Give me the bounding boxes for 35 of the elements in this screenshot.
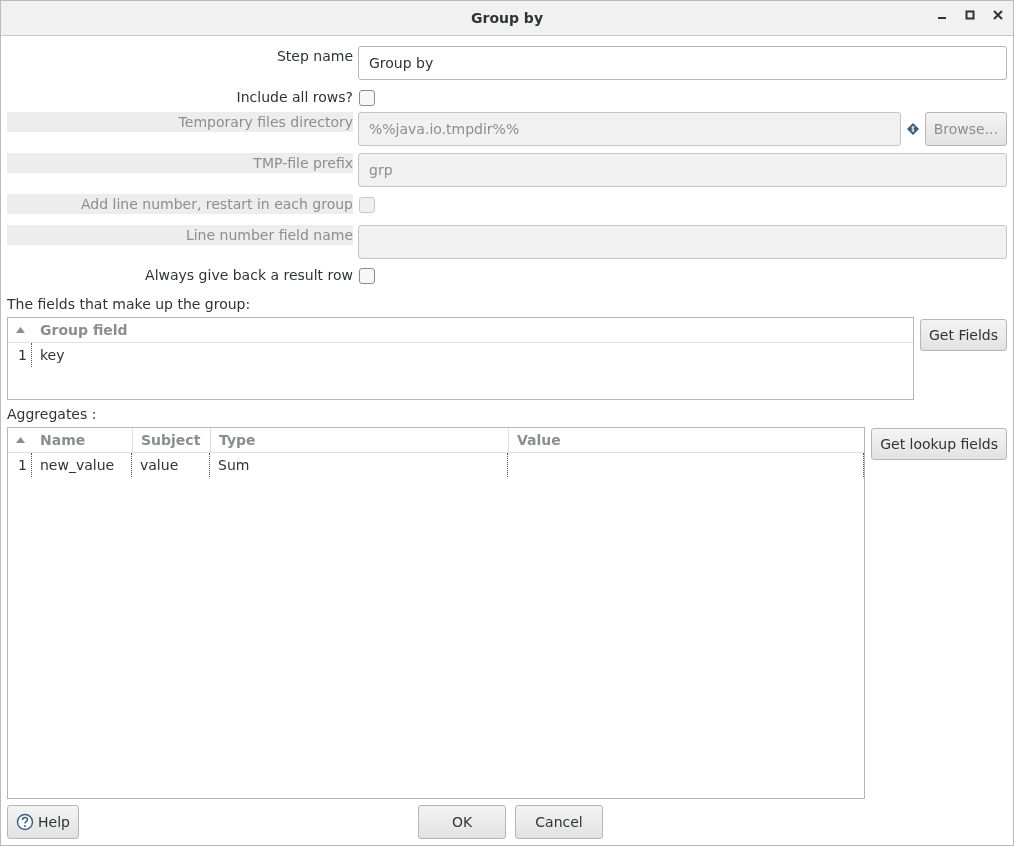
column-header[interactable]: Subject (132, 428, 210, 452)
column-header[interactable]: Group field (32, 318, 913, 342)
field-label: Line number field name (185, 227, 353, 243)
sort-arrow-icon (15, 327, 25, 333)
column-header[interactable]: Value (508, 428, 865, 452)
column-header[interactable]: Type (210, 428, 508, 452)
help-button[interactable]: Help (7, 805, 79, 839)
row-number: 1 (8, 453, 32, 477)
section-label: The fields that make up the group: (7, 296, 252, 312)
table-cell-text: key (39, 346, 66, 365)
field-label: Add line number, restart in each group (81, 196, 353, 212)
variable-icon (906, 123, 919, 135)
row-number: 1 (8, 343, 32, 367)
sort-arrow-icon (15, 437, 25, 443)
get-fields-button[interactable]: Get Fields (920, 319, 1007, 351)
cancel-button[interactable]: Cancel (515, 805, 603, 839)
table-cell: new_value (32, 453, 132, 477)
checkbox[interactable] (359, 90, 375, 106)
maximize-icon[interactable] (965, 10, 975, 20)
section-label: Aggregates : (7, 406, 98, 422)
field-label: Include all rows? (236, 89, 353, 105)
table-cell: Sum (210, 453, 508, 477)
input-field[interactable]: Group by (358, 46, 1007, 80)
window-title: Group by (471, 10, 543, 26)
field-label: TMP-file prefix (253, 155, 353, 171)
get-lookup-fields-button[interactable]: Get lookup fields (871, 428, 1007, 460)
field-label: Temporary files directory (178, 114, 353, 130)
column-header[interactable]: Name (32, 428, 132, 452)
field-label: Step name (276, 48, 353, 64)
field-label: Always give back a result row (145, 267, 353, 283)
table-cell: value (132, 453, 210, 477)
checkbox[interactable] (359, 268, 375, 284)
ok-button[interactable]: OK (418, 805, 506, 839)
close-icon[interactable] (993, 10, 1003, 20)
help-icon (16, 813, 34, 831)
